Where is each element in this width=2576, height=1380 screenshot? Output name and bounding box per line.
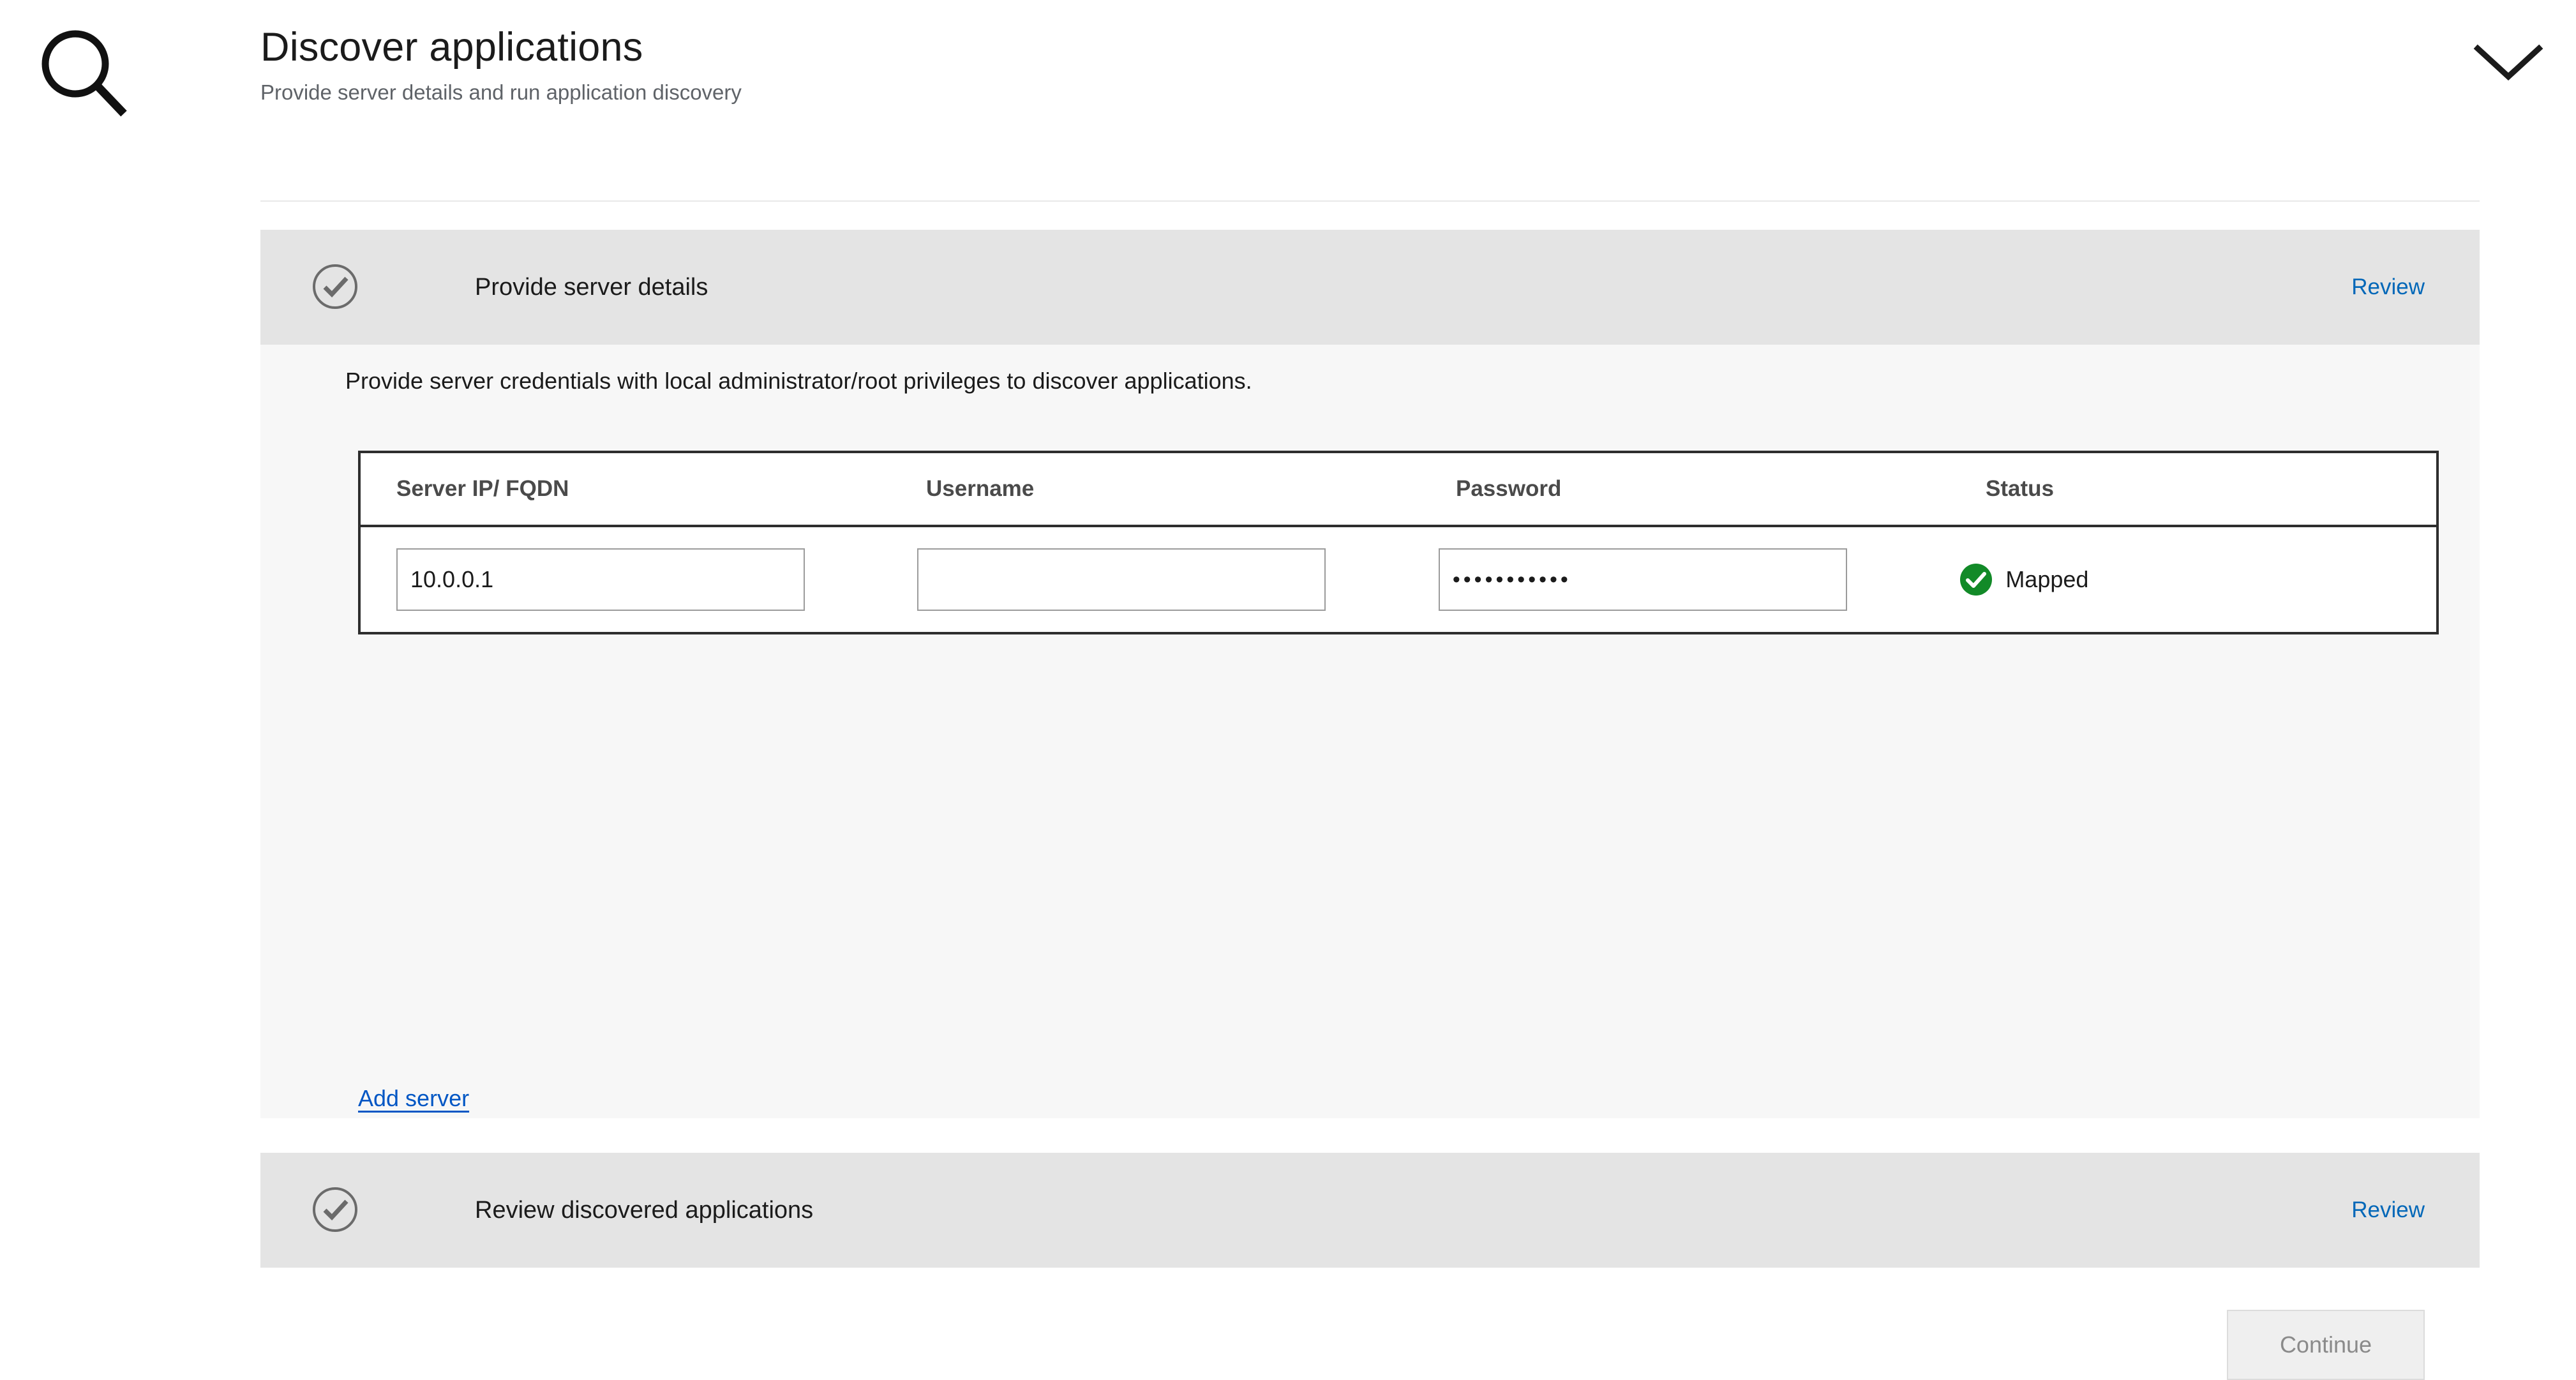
cell-server-ip — [361, 548, 881, 611]
column-header-server-ip: Server IP/ FQDN — [396, 476, 569, 501]
magnifier-icon — [33, 24, 135, 126]
cell-password — [1403, 548, 1924, 611]
continue-button[interactable]: Continue — [2227, 1310, 2425, 1380]
section-review-discovered-applications: Review discovered applications Review — [260, 1153, 2480, 1268]
check-circle-icon — [310, 262, 360, 311]
column-header-status: Status — [1986, 476, 2054, 501]
add-server-link[interactable]: Add server — [358, 1085, 469, 1112]
column-header-password: Password — [1456, 476, 1562, 501]
column-header-username: Username — [926, 476, 1035, 501]
table-row: Mapped — [361, 527, 2436, 632]
header-divider — [260, 200, 2480, 202]
section-review-link[interactable]: Review — [2351, 1153, 2425, 1268]
section-body-provide-server-details: Provide server credentials with local ad… — [260, 345, 2480, 1380]
section-provide-server-details: Provide server details Review Provide se… — [260, 230, 2480, 1380]
page-title: Discover applications — [260, 25, 643, 70]
page-subtitle: Provide server details and run applicati… — [260, 80, 742, 105]
username-input[interactable] — [917, 548, 1326, 611]
page-heading-group: Discover applications Provide server det… — [260, 26, 742, 105]
server-credentials-table: Server IP/ FQDN Username Password Status — [358, 451, 2439, 634]
section-description: Provide server credentials with local ad… — [345, 368, 1252, 394]
status-badge: Mapped — [2005, 566, 2089, 592]
server-ip-input[interactable] — [396, 548, 805, 611]
check-circle-icon — [310, 1185, 360, 1234]
section-header-provide-server-details[interactable]: Provide server details Review — [260, 230, 2480, 345]
password-input[interactable] — [1438, 548, 1847, 611]
cell-username — [881, 548, 1402, 611]
table-header-row: Server IP/ FQDN Username Password Status — [361, 453, 2436, 527]
section-review-link[interactable]: Review — [2351, 230, 2425, 345]
chevron-down-icon[interactable] — [2470, 40, 2547, 86]
cell-status: Mapped — [1924, 563, 2436, 596]
section-header-review-discovered-applications[interactable]: Review discovered applications Review — [260, 1153, 2480, 1268]
section-title: Provide server details — [475, 274, 708, 301]
section-title: Review discovered applications — [475, 1197, 814, 1224]
page-header: Discover applications Provide server det… — [0, 0, 2576, 202]
check-circle-filled-icon — [1959, 563, 1993, 596]
